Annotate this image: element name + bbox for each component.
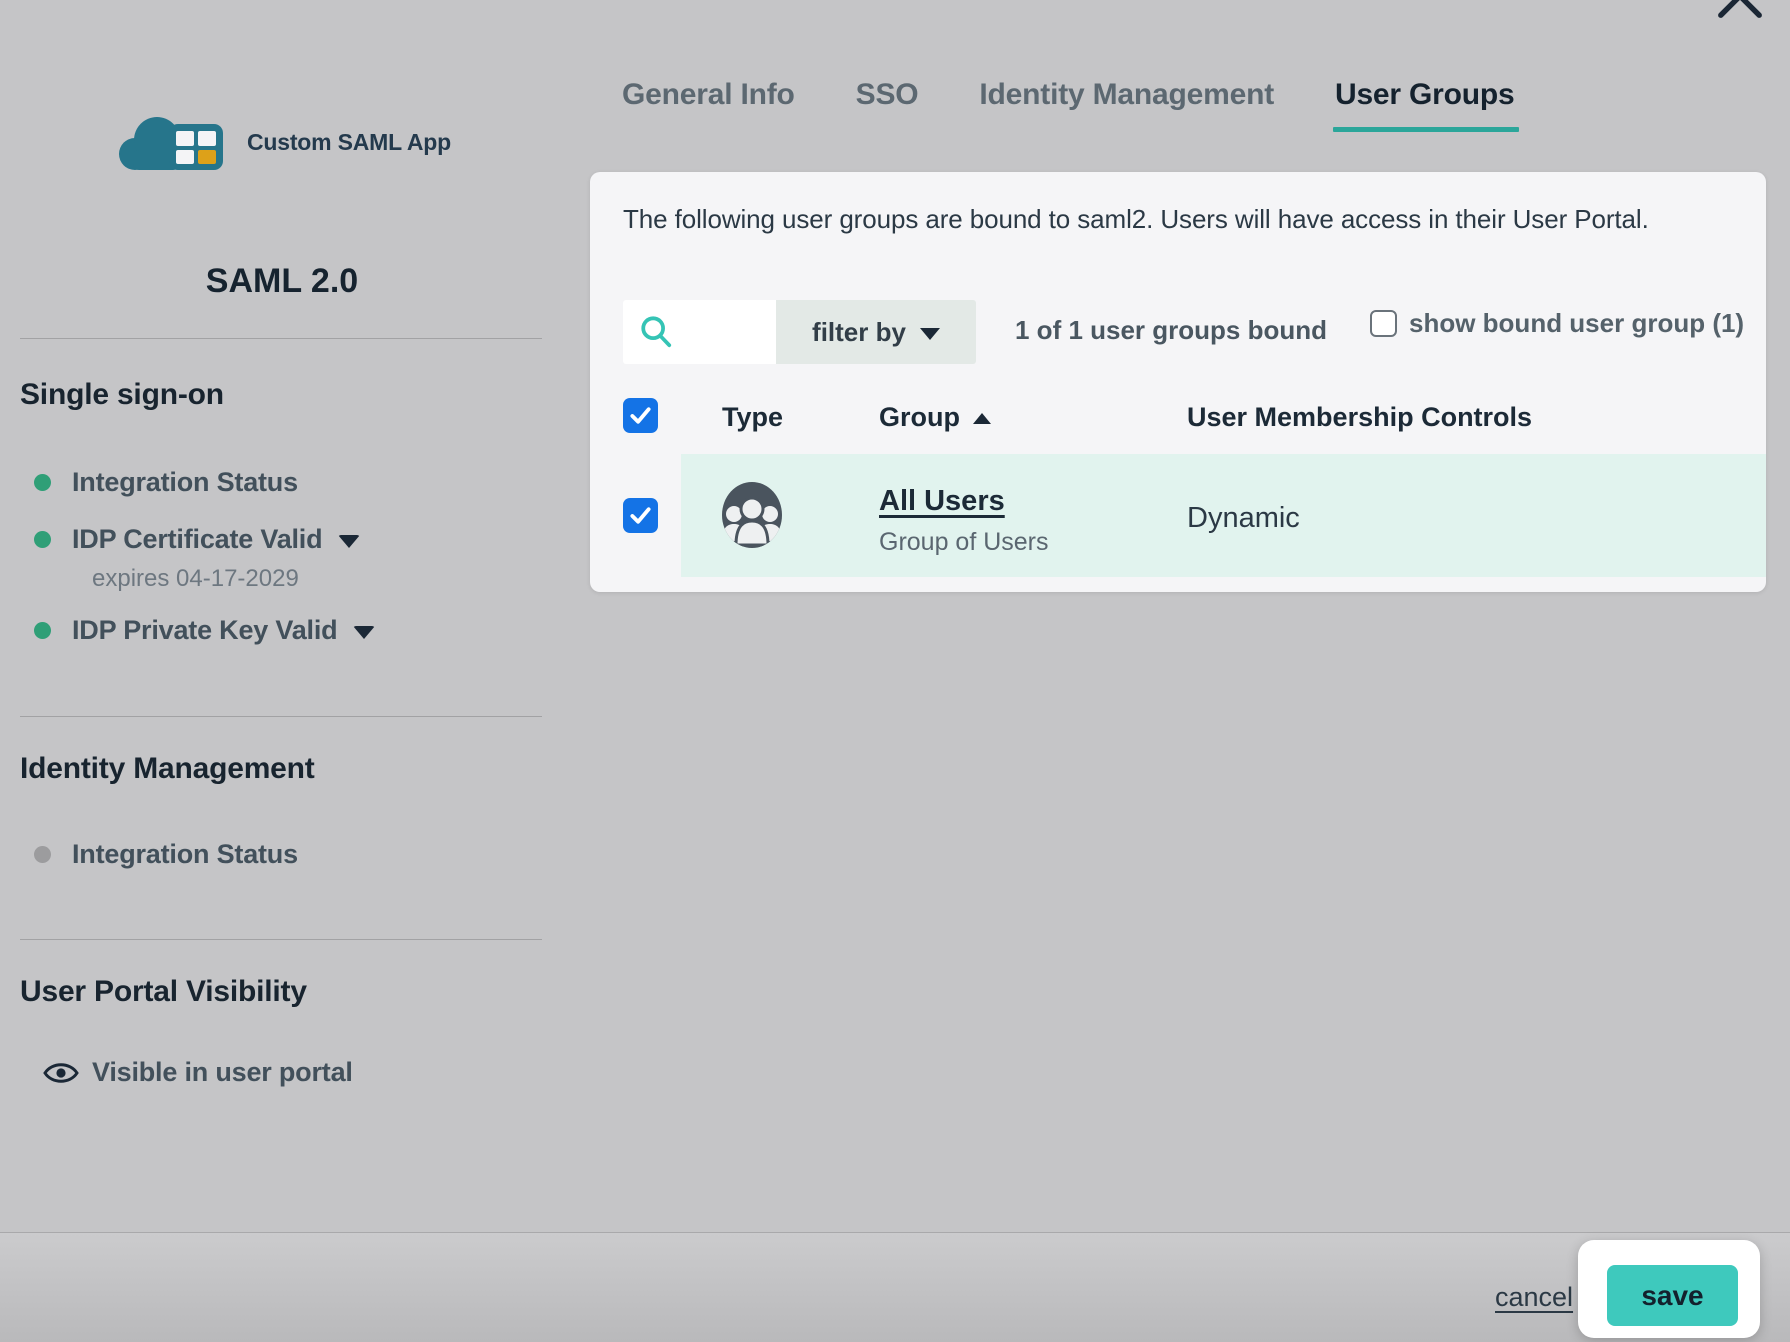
- search-box: [623, 300, 776, 364]
- status-dot-green: [34, 474, 51, 491]
- group-name-link[interactable]: All Users: [879, 485, 1005, 518]
- section-title-identity-management: Identity Management: [20, 752, 315, 786]
- chevron-down-icon[interactable]: [338, 535, 360, 548]
- filter-by-dropdown[interactable]: filter by: [776, 300, 976, 364]
- group-subtitle: Group of Users: [879, 528, 1049, 557]
- tab-general-info[interactable]: General Info: [622, 78, 795, 132]
- show-bound-toggle[interactable]: show bound user group (1): [1370, 308, 1744, 339]
- idm-integration-status: Integration Status: [20, 839, 298, 870]
- save-button[interactable]: save: [1607, 1265, 1738, 1326]
- divider: [20, 716, 542, 717]
- tab-user-groups[interactable]: User Groups: [1335, 78, 1515, 132]
- idp-private-key-status[interactable]: IDP Private Key Valid: [20, 615, 375, 646]
- check-icon: [629, 404, 652, 427]
- membership-value: Dynamic: [1187, 502, 1300, 535]
- cloud-saml-app-icon: [113, 110, 235, 174]
- section-title-single-sign-on: Single sign-on: [20, 378, 224, 412]
- select-all-checkbox[interactable]: [623, 398, 658, 433]
- search-icon: [639, 315, 673, 349]
- divider: [20, 338, 542, 339]
- search-filter-group: filter by: [623, 300, 976, 364]
- user-groups-panel: The following user groups are bound to s…: [590, 172, 1766, 592]
- chevron-down-icon: [920, 328, 940, 340]
- saml-app-modal: General Info SSO Identity Management Use…: [0, 0, 1790, 1342]
- panel-description: The following user groups are bound to s…: [623, 204, 1649, 235]
- column-header-group[interactable]: Group: [879, 402, 991, 433]
- search-input[interactable]: [681, 312, 767, 352]
- tab-sso[interactable]: SSO: [856, 78, 919, 132]
- section-title-user-portal-visibility: User Portal Visibility: [20, 975, 307, 1009]
- status-dot-gray: [34, 846, 51, 863]
- column-header-type: Type: [722, 402, 783, 433]
- tab-identity-management[interactable]: Identity Management: [979, 78, 1274, 132]
- save-button-highlight: save: [1578, 1240, 1760, 1338]
- status-dot-green: [34, 531, 51, 548]
- user-group-avatar-icon: [719, 479, 785, 551]
- cancel-button[interactable]: cancel: [1495, 1282, 1573, 1313]
- app-logo: Custom SAML App: [20, 110, 544, 174]
- idp-certificate-status[interactable]: IDP Certificate Valid: [20, 524, 360, 555]
- protocol-title: SAML 2.0: [20, 262, 544, 301]
- close-icon[interactable]: [1716, 0, 1764, 20]
- sort-asc-icon: [973, 413, 991, 424]
- tab-bar: General Info SSO Identity Management Use…: [622, 78, 1515, 132]
- column-header-membership: User Membership Controls: [1187, 402, 1532, 433]
- app-logo-label: Custom SAML App: [247, 129, 451, 156]
- status-dot-green: [34, 622, 51, 639]
- sso-integration-status: Integration Status: [20, 467, 298, 498]
- divider: [20, 939, 542, 940]
- eye-icon: [42, 1058, 80, 1088]
- bound-summary: 1 of 1 user groups bound: [1015, 315, 1327, 346]
- certificate-expiry: expires 04-17-2029: [92, 565, 299, 593]
- chevron-down-icon[interactable]: [353, 626, 375, 639]
- show-bound-checkbox[interactable]: [1370, 310, 1397, 337]
- visible-in-user-portal: Visible in user portal: [20, 1057, 353, 1088]
- row-checkbox[interactable]: [623, 498, 658, 533]
- check-icon: [629, 504, 652, 527]
